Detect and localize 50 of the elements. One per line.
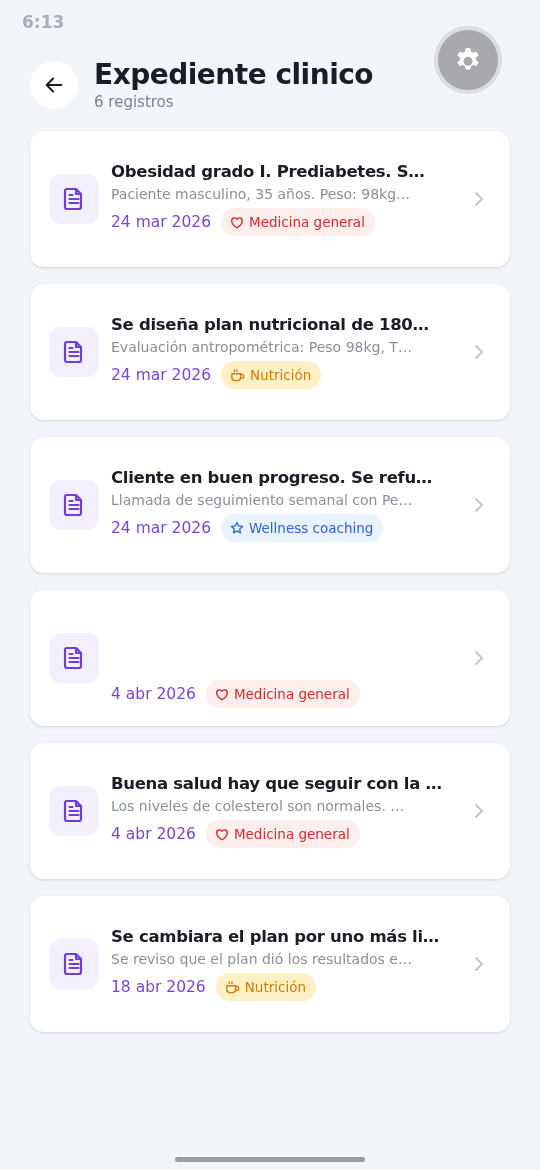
record-date: 4 abr 2026 bbox=[111, 685, 196, 703]
record-summary: Evaluación antropométrica: Peso 98kg, T… bbox=[111, 339, 412, 355]
document-icon bbox=[49, 786, 99, 836]
tag-label: Nutrición bbox=[244, 979, 306, 995]
record-card[interactable]: Se diseña plan nutricional de 180… Evaluación antropométrica: Peso 98kg, T… 24 mar 2026 Nutrición bbox=[30, 284, 510, 420]
chevron-icon bbox=[474, 650, 484, 666]
record-date: 18 abr 2026 bbox=[111, 978, 206, 996]
page-title: Expediente clinico bbox=[94, 58, 374, 91]
record-title: Se cambiara el plan por uno más li… bbox=[111, 927, 440, 946]
document-icon bbox=[49, 939, 99, 989]
tag-label: Medicina general bbox=[233, 826, 350, 842]
tag-label: Wellness coaching bbox=[249, 520, 374, 536]
record-date: 24 mar 2026 bbox=[111, 366, 211, 384]
chevron-icon bbox=[474, 497, 484, 513]
chevron-icon bbox=[474, 803, 484, 819]
record-summary: Los niveles de colesterol son normales. … bbox=[111, 798, 405, 814]
record-count: 6 registros bbox=[94, 93, 175, 111]
record-date: 24 mar 2026 bbox=[111, 213, 211, 231]
tag-label: Medicina general bbox=[233, 686, 350, 702]
record-title: Cliente en buen progreso. Se refu… bbox=[111, 468, 433, 487]
heart-icon bbox=[230, 215, 244, 229]
record-date: 24 mar 2026 bbox=[111, 519, 211, 537]
document-icon bbox=[49, 480, 99, 530]
record-title: Obesidad grado I. Prediabetes. S… bbox=[111, 162, 425, 181]
record-card[interactable]: Cliente en buen progreso. Se refu… Llamada de seguimiento semanal con Pe… 24 mar 2026 Wellness coaching bbox=[30, 437, 510, 573]
document-icon bbox=[49, 633, 99, 683]
record-card[interactable]: Buena salud hay que seguir con la … Los niveles de colesterol son normales. … 4 abr 2026 Medicina general bbox=[30, 743, 510, 879]
heart-icon bbox=[214, 687, 229, 701]
record-card[interactable]: Se cambiara el plan por uno más li… Se reviso que el plan dió los resultados e… 18 abr 2026 Nutrición bbox=[30, 896, 510, 1032]
record-summary: Paciente masculino, 35 años. Peso: 98kg… bbox=[111, 186, 411, 202]
record-card[interactable]: 4 abr 2026 Medicina general bbox=[30, 590, 510, 726]
chevron-icon bbox=[474, 191, 484, 207]
record-summary: Llamada de seguimiento semanal con Pe… bbox=[111, 492, 413, 508]
cup-icon bbox=[224, 980, 240, 994]
record-title: Se diseña plan nutricional de 180… bbox=[111, 315, 429, 334]
document-icon bbox=[49, 327, 99, 377]
record-card[interactable]: Obesidad grado I. Prediabetes. S… Paciente masculino, 35 años. Peso: 98kg… 24 mar 2026 Medicina general bbox=[30, 131, 510, 267]
chevron-icon bbox=[474, 344, 484, 360]
record-summary: Se reviso que el plan dió los resultados e… bbox=[111, 951, 412, 967]
heart-icon bbox=[214, 827, 229, 841]
back-button[interactable] bbox=[30, 60, 78, 109]
cup-icon bbox=[230, 368, 245, 382]
chevron-icon bbox=[474, 956, 484, 972]
star-icon bbox=[230, 521, 244, 535]
record-title: Buena salud hay que seguir con la … bbox=[111, 774, 442, 793]
status-time: 6:13 bbox=[22, 12, 65, 32]
tag-label: Nutrición bbox=[250, 367, 312, 383]
tag-label: Medicina general bbox=[249, 214, 365, 230]
document-icon bbox=[49, 174, 99, 224]
record-date: 4 abr 2026 bbox=[111, 825, 196, 843]
